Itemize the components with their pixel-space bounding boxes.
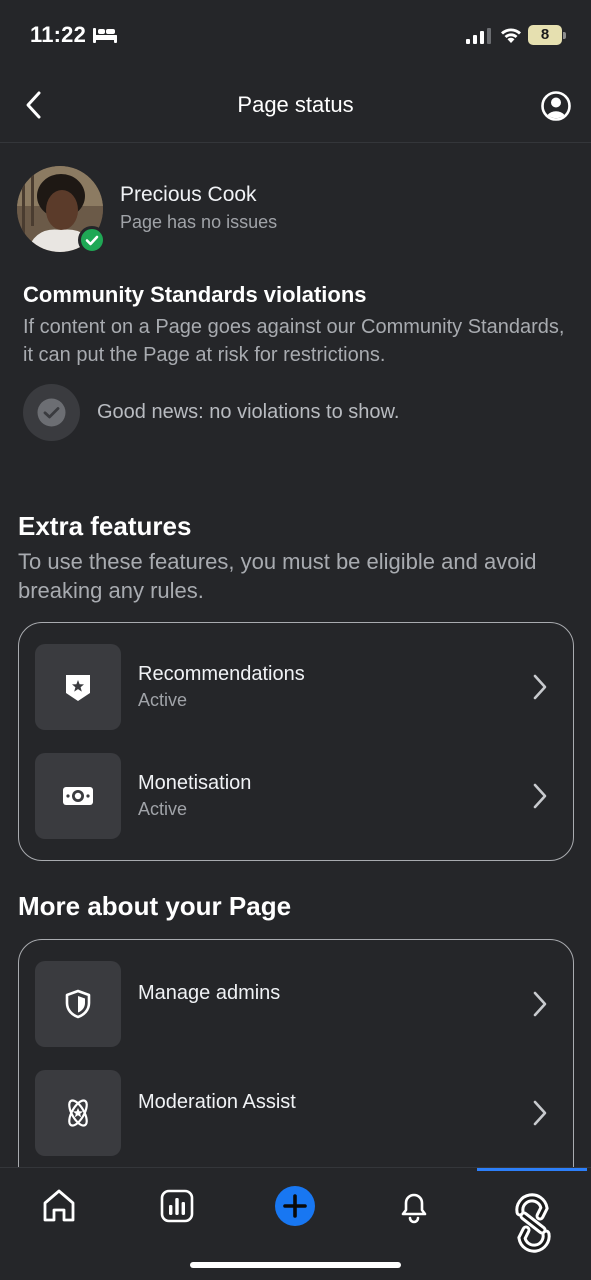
chevron-right-icon	[533, 1100, 547, 1126]
account-button[interactable]	[540, 90, 572, 122]
chevron-right-icon	[533, 991, 547, 1017]
star-badge-icon	[35, 644, 121, 730]
page-title: Page status	[237, 92, 354, 117]
nav-header: Page status	[0, 70, 591, 143]
money-icon	[35, 753, 121, 839]
shield-icon	[35, 961, 121, 1047]
monetisation-row[interactable]: Monetisation Active	[35, 753, 557, 839]
monetisation-status: Active	[138, 799, 188, 819]
more-about-heading: More about your Page	[18, 891, 292, 921]
tab-notifications[interactable]	[394, 1186, 434, 1226]
battery-indicator: 8	[528, 25, 566, 45]
recommendations-row[interactable]: Recommendations Active	[35, 644, 557, 730]
status-bar: 11:22 8	[0, 0, 591, 70]
plus-icon	[275, 1186, 315, 1226]
home-indicator[interactable]	[190, 1262, 401, 1268]
more-about-card: Manage admins Moderation Assist	[18, 939, 574, 1199]
home-icon	[43, 1189, 75, 1222]
battery-level: 8	[540, 26, 550, 43]
bed-icon	[93, 28, 117, 43]
extra-features-card: Recommendations Active Monetisation Acti…	[18, 622, 574, 861]
bell-icon	[401, 1193, 427, 1224]
wifi-icon	[501, 28, 521, 43]
community-standards-heading: Community Standards violations	[23, 282, 367, 307]
active-tab-indicator	[477, 1168, 587, 1171]
extra-features-heading: Extra features	[18, 511, 192, 541]
manage-admins-row[interactable]: Manage admins	[35, 961, 557, 1047]
bottom-tab-bar	[0, 1167, 591, 1280]
profile-status: Page has no issues	[120, 212, 278, 232]
chevron-right-icon	[533, 783, 547, 809]
extra-features-description: To use these features, you must be eligi…	[18, 549, 537, 603]
tab-create[interactable]	[275, 1186, 315, 1226]
recommendations-status: Active	[138, 690, 188, 710]
tab-home[interactable]	[39, 1186, 79, 1226]
monetisation-title: Monetisation	[138, 772, 252, 794]
manage-admins-title: Manage admins	[138, 982, 281, 1004]
clock-time: 11:22	[30, 22, 87, 47]
verified-check-icon	[78, 226, 106, 254]
bar-chart-icon	[160, 1189, 194, 1223]
chevron-right-icon	[533, 674, 547, 700]
moderation-assist-row[interactable]: Moderation Assist	[35, 1070, 557, 1156]
check-circle-icon	[23, 384, 80, 441]
no-violations-text: Good news: no violations to show.	[97, 401, 400, 423]
logo-watermark-icon[interactable]	[500, 1190, 566, 1256]
profile-name: Precious Cook	[120, 183, 257, 206]
recommendations-title: Recommendations	[138, 663, 305, 685]
cellular-signal-icon	[466, 28, 491, 44]
community-standards-description: If content on a Page goes against our Co…	[23, 316, 565, 366]
atom-star-icon	[35, 1070, 121, 1156]
moderation-assist-title: Moderation Assist	[138, 1091, 296, 1113]
tab-insights[interactable]	[157, 1186, 197, 1226]
